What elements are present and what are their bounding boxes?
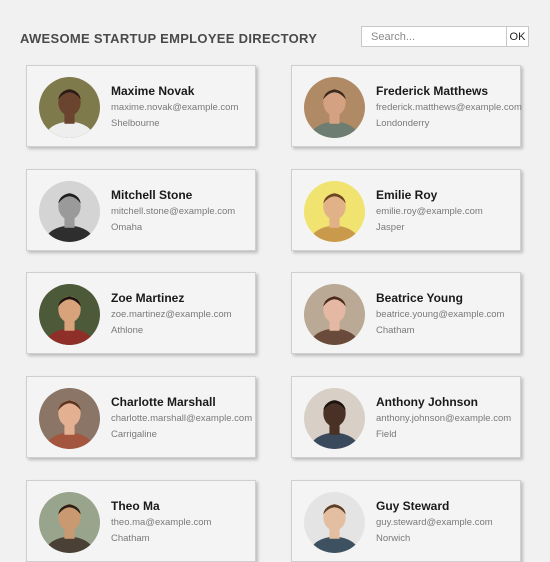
- employee-card[interactable]: Zoe Martinez zoe.martinez@example.com At…: [26, 272, 256, 354]
- employee-city: Chatham: [376, 325, 415, 336]
- portrait-image: [304, 388, 365, 449]
- employee-avatar: [304, 77, 365, 138]
- employee-email: beatrice.young@example.com: [376, 309, 505, 320]
- employee-avatar: [39, 492, 100, 553]
- portrait-image: [39, 388, 100, 449]
- search-input[interactable]: [361, 26, 506, 47]
- employee-info: Frederick Matthews frederick.matthews@ex…: [376, 84, 522, 130]
- employee-email: zoe.martinez@example.com: [111, 309, 232, 320]
- employee-avatar: [39, 284, 100, 345]
- employee-city: Chatham: [111, 533, 150, 544]
- employee-name: Emilie Roy: [376, 188, 438, 202]
- employee-email: charlotte.marshall@example.com: [111, 413, 253, 424]
- employee-avatar: [39, 388, 100, 449]
- employee-card[interactable]: Mitchell Stone mitchell.stone@example.co…: [26, 169, 256, 251]
- employee-email: maxime.novak@example.com: [111, 102, 239, 113]
- employee-card[interactable]: Charlotte Marshall charlotte.marshall@ex…: [26, 376, 256, 458]
- portrait-image: [39, 77, 100, 138]
- employee-avatar: [304, 284, 365, 345]
- employee-email: guy.steward@example.com: [376, 517, 493, 528]
- search-form: OK: [361, 26, 529, 47]
- employee-card[interactable]: Maxime Novak maxime.novak@example.com Sh…: [26, 65, 256, 147]
- employee-city: Omaha: [111, 222, 143, 233]
- search-button[interactable]: OK: [506, 26, 529, 47]
- employee-info: Charlotte Marshall charlotte.marshall@ex…: [111, 395, 252, 441]
- employee-info: Mitchell Stone mitchell.stone@example.co…: [111, 188, 235, 234]
- employee-name: Maxime Novak: [111, 84, 195, 98]
- employee-card[interactable]: Anthony Johnson anthony.johnson@example.…: [291, 376, 521, 458]
- employee-name: Theo Ma: [111, 499, 160, 513]
- portrait-image: [304, 77, 365, 138]
- employee-name: Charlotte Marshall: [111, 395, 216, 409]
- page-header: Awesome Startup Employee Directory OK: [0, 0, 550, 60]
- employee-email: mitchell.stone@example.com: [111, 206, 236, 217]
- employee-name: Anthony Johnson: [376, 395, 478, 409]
- employee-name: Zoe Martinez: [111, 291, 185, 305]
- employee-info: Guy Steward guy.steward@example.com Norw…: [376, 499, 493, 545]
- employee-card[interactable]: Emilie Roy emilie.roy@example.com Jasper: [291, 169, 521, 251]
- employee-avatar: [304, 492, 365, 553]
- employee-info: Beatrice Young beatrice.young@example.co…: [376, 291, 504, 337]
- employee-city: Norwich: [376, 533, 411, 544]
- portrait-image: [304, 492, 365, 553]
- employee-city: Athlone: [111, 325, 144, 336]
- employee-email: emilie.roy@example.com: [376, 206, 483, 217]
- employee-card[interactable]: Frederick Matthews frederick.matthews@ex…: [291, 65, 522, 147]
- employee-city: Jasper: [376, 222, 405, 233]
- employee-email: frederick.matthews@example.com: [376, 102, 522, 113]
- employee-city: Londonderry: [376, 118, 430, 129]
- employee-name: Beatrice Young: [376, 291, 463, 305]
- employee-card[interactable]: Beatrice Young beatrice.young@example.co…: [291, 272, 521, 354]
- employee-info: Zoe Martinez zoe.martinez@example.com At…: [111, 291, 232, 337]
- employee-email: anthony.johnson@example.com: [376, 413, 512, 424]
- portrait-image: [304, 284, 365, 345]
- employee-info: Theo Ma theo.ma@example.com Chatham: [111, 499, 211, 545]
- portrait-image: [304, 181, 365, 242]
- employee-info: Maxime Novak maxime.novak@example.com Sh…: [111, 84, 238, 130]
- employee-name: Guy Steward: [376, 499, 450, 513]
- employee-city: Carrigaline: [111, 429, 157, 440]
- employee-avatar: [39, 77, 100, 138]
- employee-name: Frederick Matthews: [376, 84, 489, 98]
- page-title: Awesome Startup Employee Directory: [20, 31, 318, 46]
- employee-avatar: [304, 388, 365, 449]
- employee-name: Mitchell Stone: [111, 188, 193, 202]
- employee-avatar: [304, 181, 365, 242]
- employee-city: Field: [376, 429, 397, 440]
- employee-city: Shelbourne: [111, 118, 160, 129]
- employee-info: Emilie Roy emilie.roy@example.com Jasper: [376, 188, 483, 234]
- portrait-image: [39, 181, 100, 242]
- employee-info: Anthony Johnson anthony.johnson@example.…: [376, 395, 511, 441]
- employee-avatar: [39, 181, 100, 242]
- portrait-image: [39, 492, 100, 553]
- employee-email: theo.ma@example.com: [111, 517, 212, 528]
- portrait-image: [39, 284, 100, 345]
